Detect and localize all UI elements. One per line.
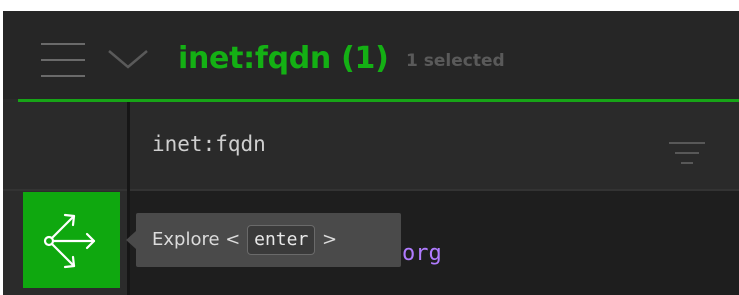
tooltip-close-bracket: >: [322, 229, 338, 250]
explore-tooltip: Explore < enter >: [136, 213, 401, 267]
table-cell-value[interactable]: org: [402, 239, 442, 269]
page-title: inet:fqdn (1): [178, 41, 389, 76]
tooltip-open-bracket: <: [225, 229, 241, 250]
explore-button[interactable]: [23, 192, 120, 288]
column-title[interactable]: inet:fqdn: [152, 129, 266, 159]
filter-icon[interactable]: [669, 140, 705, 166]
tooltip-label: Explore: [152, 229, 220, 250]
hamburger-menu-icon[interactable]: [41, 43, 85, 77]
column-header: inet:fqdn: [3, 102, 739, 191]
panel-header: inet:fqdn (1) 1 selected: [3, 11, 739, 99]
chevron-down-icon[interactable]: [107, 47, 149, 71]
results-panel: inet:fqdn (1) 1 selected inet:fqdn org E…: [3, 11, 739, 295]
keyboard-key: enter: [247, 225, 316, 255]
explore-network-icon: [43, 213, 96, 269]
selection-count: 1 selected: [406, 51, 505, 71]
tooltip-arrow: [126, 231, 136, 249]
